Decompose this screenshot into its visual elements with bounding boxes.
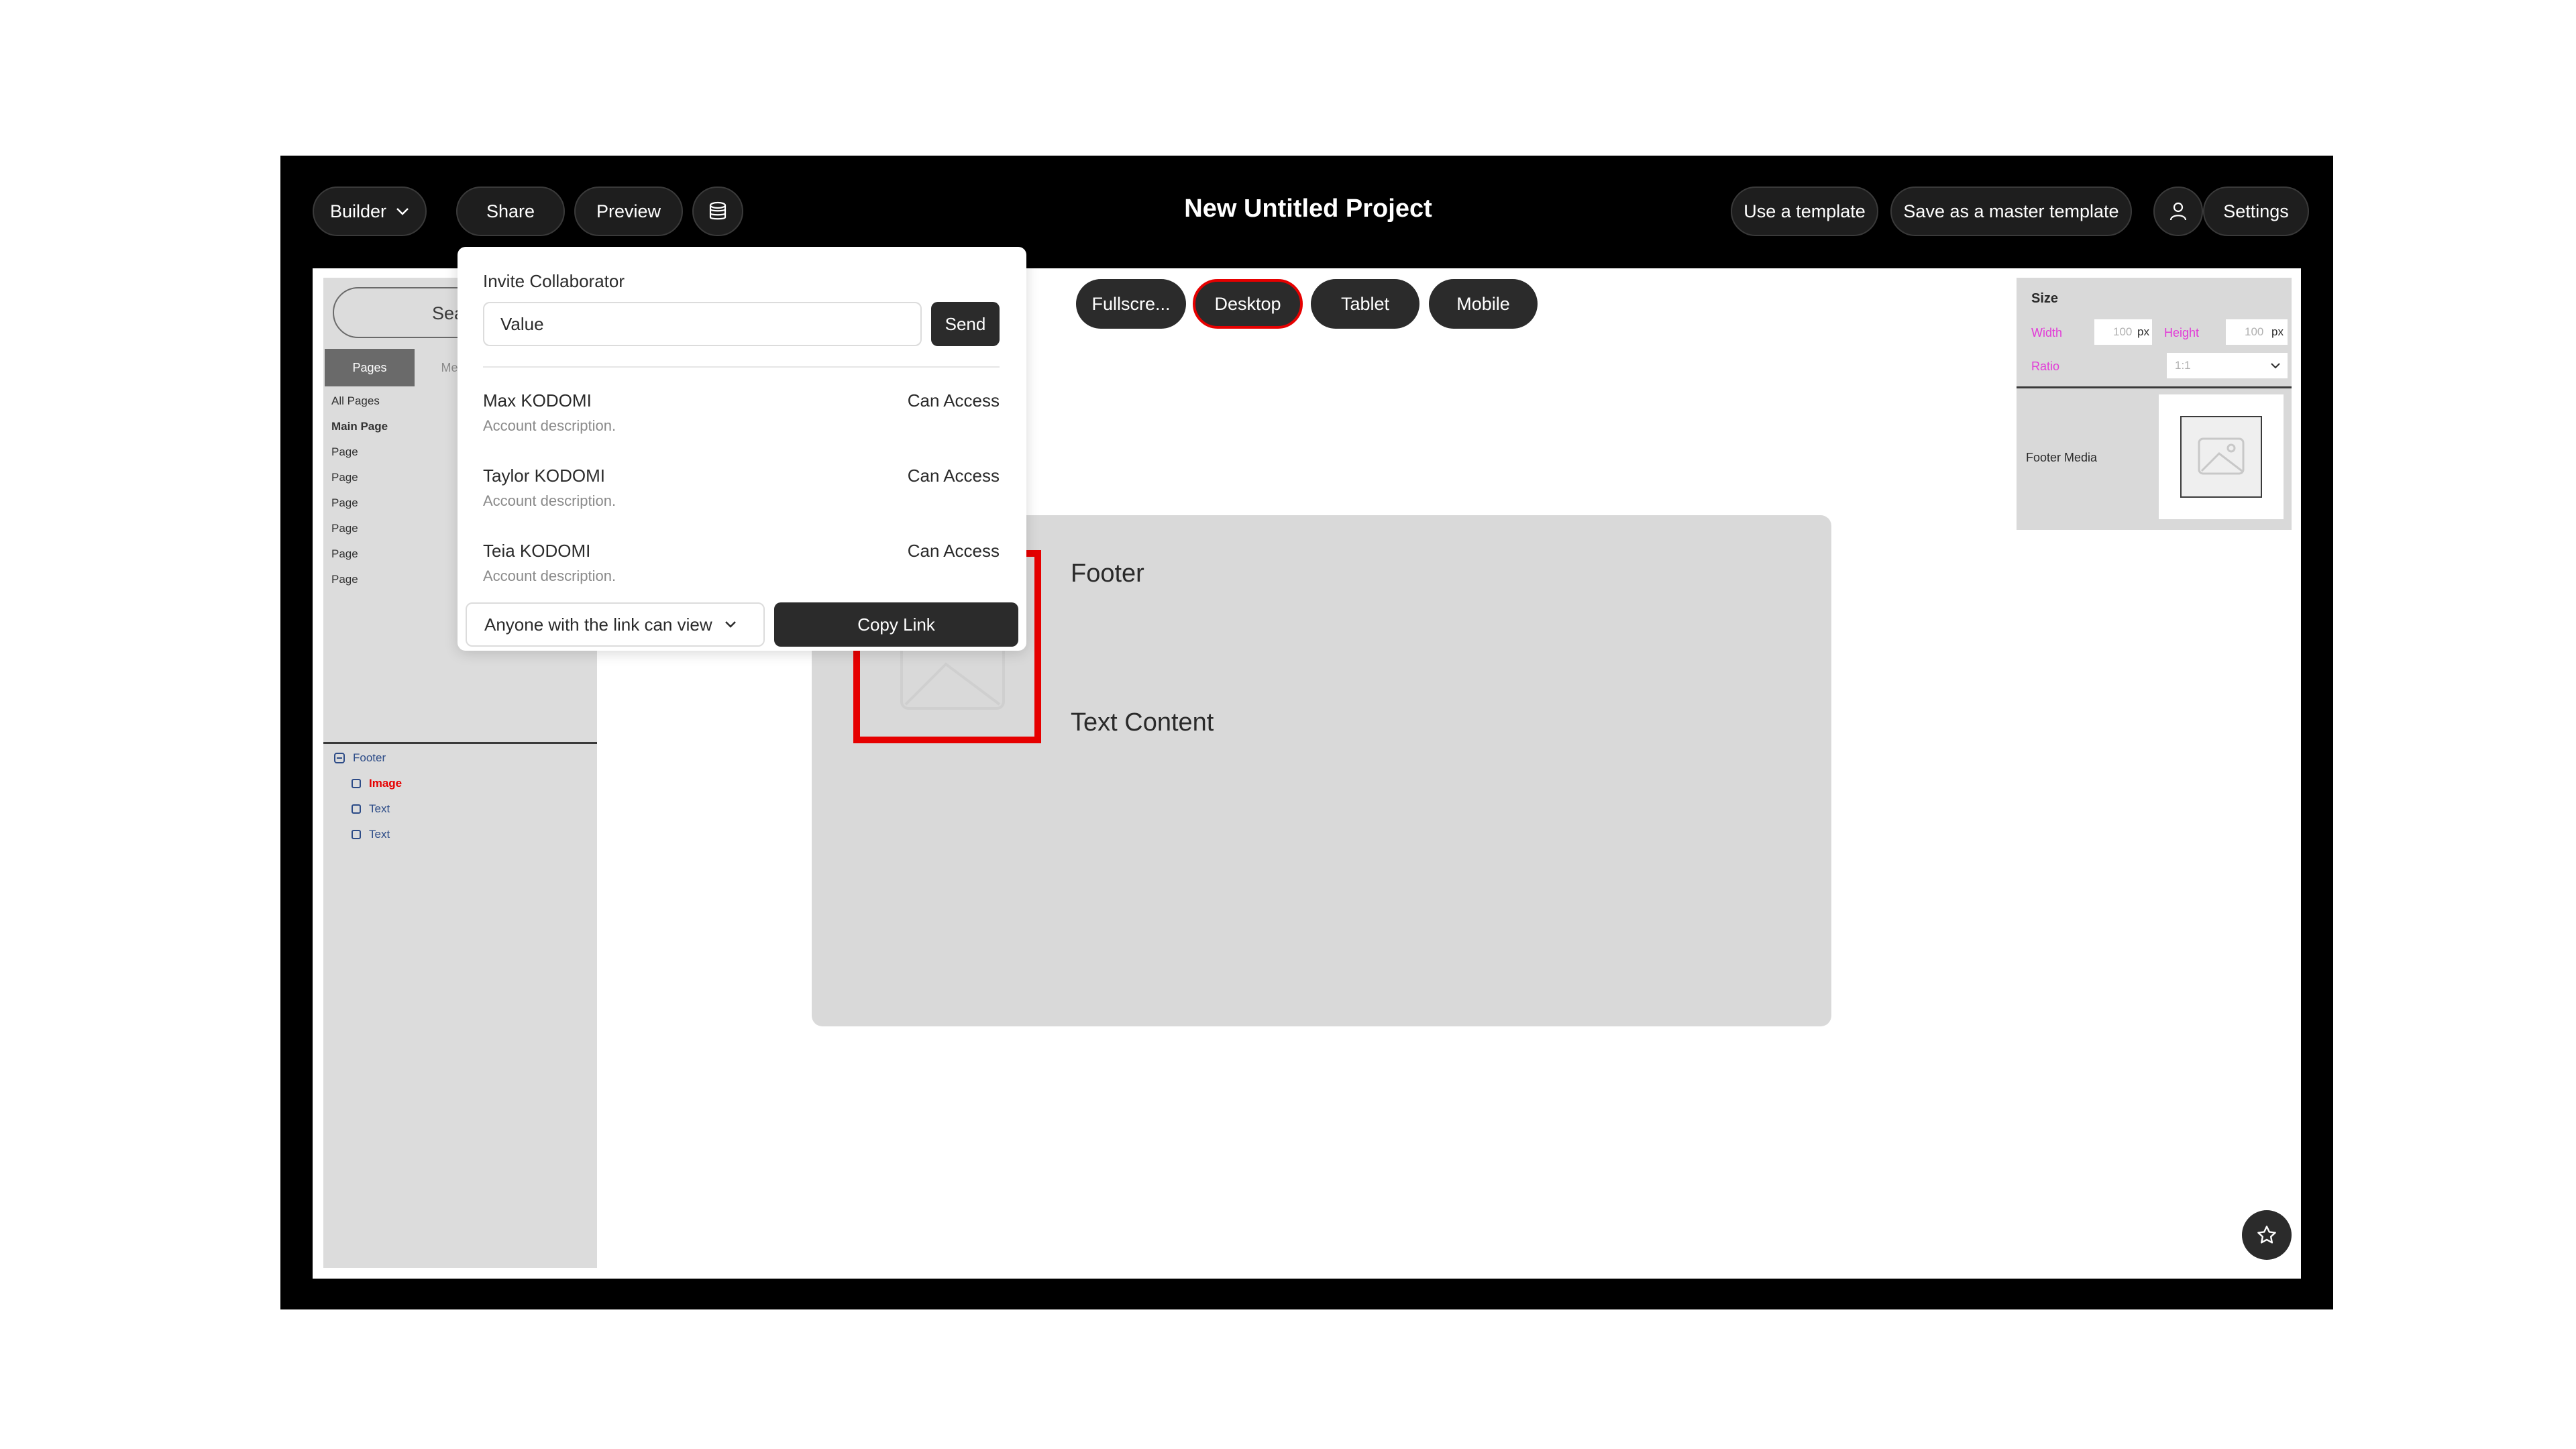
ratio-select[interactable]: 1:1 bbox=[2167, 353, 2288, 378]
layer-image[interactable]: Image bbox=[352, 777, 402, 790]
page-item[interactable]: Page bbox=[331, 471, 358, 484]
layers-divider bbox=[323, 742, 597, 744]
collaborator-name: Taylor KODOMI bbox=[483, 466, 606, 486]
preview-label: Preview bbox=[596, 201, 661, 221]
chevron-down-icon bbox=[724, 621, 736, 628]
width-value: 100 bbox=[2113, 325, 2133, 338]
device-tablet-label: Tablet bbox=[1340, 293, 1390, 314]
share-popup: Invite Collaborator Value Send Max KODOM… bbox=[458, 247, 1026, 651]
collaborator-name: Teia KODOMI bbox=[483, 541, 591, 561]
layer-text-label: Text bbox=[369, 828, 390, 841]
ratio-value: 1:1 bbox=[2175, 359, 2191, 372]
layer-text-label: Text bbox=[369, 802, 390, 815]
layer-box-icon bbox=[352, 804, 361, 814]
layer-footer[interactable]: Footer bbox=[334, 751, 386, 765]
height-value: 100 bbox=[2245, 325, 2264, 338]
footer-text-content[interactable]: Text Content bbox=[1071, 708, 1214, 737]
collaborator-access[interactable]: Can Access bbox=[908, 390, 1000, 411]
collaborator-access[interactable]: Can Access bbox=[908, 466, 1000, 486]
page-item[interactable]: Page bbox=[331, 496, 358, 510]
link-permission-select[interactable]: Anyone with the link can view bbox=[466, 602, 765, 647]
width-unit: px bbox=[2137, 325, 2149, 338]
device-fullscreen-label: Fullscre... bbox=[1091, 293, 1171, 314]
copy-link-button[interactable]: Copy Link bbox=[774, 602, 1018, 647]
ratio-label: Ratio bbox=[2031, 360, 2060, 373]
height-label: Height bbox=[2164, 326, 2200, 339]
height-unit: px bbox=[2271, 325, 2284, 338]
layer-footer-label: Footer bbox=[353, 751, 386, 764]
invite-input[interactable]: Value bbox=[483, 302, 922, 346]
save-master-template-label: Save as a master template bbox=[1903, 201, 2119, 221]
chevron-down-icon bbox=[2271, 363, 2280, 369]
popup-divider bbox=[483, 366, 1000, 368]
preview-button[interactable]: Preview bbox=[574, 186, 683, 236]
star-icon bbox=[2257, 1226, 2276, 1244]
database-button[interactable] bbox=[692, 186, 743, 236]
link-permission-value: Anyone with the link can view bbox=[484, 614, 712, 635]
layer-box-icon bbox=[352, 830, 361, 839]
footer-media-label: Footer Media bbox=[2026, 451, 2098, 464]
send-button[interactable]: Send bbox=[931, 302, 1000, 346]
user-icon bbox=[2169, 202, 2187, 221]
save-master-template-button[interactable]: Save as a master template bbox=[1890, 186, 2132, 236]
device-desktop-label: Desktop bbox=[1214, 293, 1281, 314]
device-mobile-label: Mobile bbox=[1456, 293, 1510, 314]
share-label: Share bbox=[486, 201, 535, 221]
database-icon bbox=[709, 201, 727, 220]
footer-heading[interactable]: Footer bbox=[1071, 559, 1144, 588]
tab-media-label: Me bbox=[441, 360, 458, 374]
page-item[interactable]: Page bbox=[331, 522, 358, 535]
properties-divider bbox=[2017, 386, 2292, 388]
favorite-button[interactable] bbox=[2242, 1210, 2292, 1260]
width-label: Width bbox=[2031, 326, 2063, 339]
chevron-down-icon bbox=[396, 208, 409, 215]
image-placeholder-icon bbox=[2198, 437, 2245, 475]
device-desktop-button[interactable]: Desktop bbox=[1193, 279, 1303, 329]
device-mobile-button[interactable]: Mobile bbox=[1429, 279, 1538, 329]
settings-button[interactable]: Settings bbox=[2203, 186, 2309, 236]
page-item[interactable]: Page bbox=[331, 573, 358, 586]
layer-box-icon bbox=[352, 779, 361, 788]
size-section-title: Size bbox=[2031, 291, 2059, 306]
collaborator-description: Account description. bbox=[483, 568, 616, 584]
invite-input-value: Value bbox=[500, 314, 544, 334]
device-fullscreen-button[interactable]: Fullscre... bbox=[1076, 279, 1186, 329]
layer-text[interactable]: Text bbox=[352, 828, 390, 841]
collaborator-access[interactable]: Can Access bbox=[908, 541, 1000, 561]
device-tablet-button[interactable]: Tablet bbox=[1311, 279, 1419, 329]
collapse-icon bbox=[334, 753, 345, 763]
layer-image-label: Image bbox=[369, 777, 402, 790]
collaborator-name: Max KODOMI bbox=[483, 390, 592, 411]
send-label: Send bbox=[945, 313, 986, 334]
builder-dropdown[interactable]: Builder bbox=[313, 186, 427, 236]
height-input[interactable]: 100 px bbox=[2226, 319, 2288, 345]
tab-pages-label: Pages bbox=[352, 360, 387, 374]
user-account-button[interactable] bbox=[2153, 186, 2203, 236]
share-button[interactable]: Share bbox=[456, 186, 565, 236]
invite-title: Invite Collaborator bbox=[483, 271, 625, 291]
media-frame bbox=[2180, 416, 2262, 498]
page-item[interactable]: Page bbox=[331, 547, 358, 561]
use-template-button[interactable]: Use a template bbox=[1731, 186, 1878, 236]
copy-link-label: Copy Link bbox=[857, 614, 935, 635]
project-title: New Untitled Project bbox=[1184, 195, 1432, 223]
footer-media-preview[interactable] bbox=[2159, 394, 2284, 519]
tab-pages[interactable]: Pages bbox=[325, 349, 415, 386]
collaborator-description: Account description. bbox=[483, 492, 616, 509]
layer-text[interactable]: Text bbox=[352, 802, 390, 816]
width-input[interactable]: 100 px bbox=[2094, 319, 2152, 345]
page-item[interactable]: Page bbox=[331, 445, 358, 459]
builder-label: Builder bbox=[329, 201, 387, 221]
page-item-main-page[interactable]: Main Page bbox=[331, 420, 388, 433]
collaborator-description: Account description. bbox=[483, 417, 616, 434]
use-template-label: Use a template bbox=[1743, 201, 1866, 221]
settings-label: Settings bbox=[2223, 201, 2289, 221]
page-item-all-pages[interactable]: All Pages bbox=[331, 394, 380, 408]
